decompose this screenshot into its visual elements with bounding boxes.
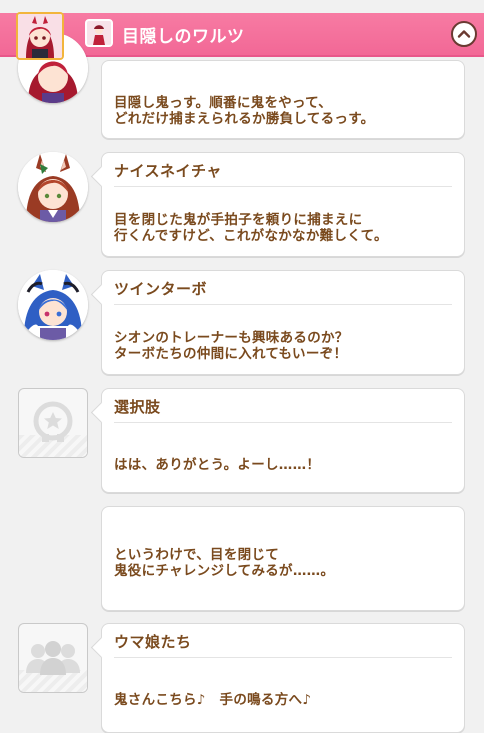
message-line: はは、ありがとう。よーし……！ [114, 457, 321, 473]
speaker-name: ウマ娘たち [114, 633, 192, 651]
message-avatar-twin-turbo [18, 270, 88, 340]
choice-placeholder-icon [18, 388, 88, 458]
message-line: 鬼役にチャレンジしてみるが……。 [114, 563, 335, 579]
speaker-name: ツインターボ [114, 280, 208, 298]
speaker-divider [114, 304, 452, 305]
page-title: 目隠しのワルツ [122, 27, 245, 47]
character-avatar-icon [16, 12, 64, 60]
message-card: ウマ娘たち 鬼さんこちら♪ 手の鳴る方へ♪ [90, 623, 465, 733]
scene-thumbnail-icon [85, 19, 113, 47]
collapse-button[interactable] [451, 21, 477, 47]
message-card: ナイスネイチャ 目を閉じた鬼が手拍子を頼りに捕まえに 行くんですけど、これがなか… [90, 152, 465, 257]
speaker-name: 選択肢 [114, 398, 161, 416]
message-line: ターボたちの仲間に入れてもいーぞ！ [114, 346, 348, 362]
speaker-name: ナイスネイチャ [114, 162, 222, 180]
narration-card: というわけで、目を閉じて 鬼役にチャレンジしてみるが……。 [101, 506, 465, 611]
message-line: どれだけ捕まえられるか勝負してるっす。 [114, 111, 375, 127]
speaker-divider [114, 422, 452, 423]
speaker-divider [114, 657, 452, 658]
message-card: 選択肢 はは、ありがとう。よーし……！ [90, 388, 465, 493]
group-placeholder-icon [18, 623, 88, 693]
message-avatar-nice-nature [18, 152, 88, 222]
message-card: ツインターボ シオンのトレーナーも興味あるのか？ ターボたちの仲間に入れてもいー… [90, 270, 465, 375]
chevron-up-icon [457, 30, 471, 38]
message-line: 鬼さんこちら♪ 手の鳴る方へ♪ [114, 692, 312, 708]
speaker-divider [114, 186, 452, 187]
message-card: 目隠し鬼っす。順番に鬼をやって、 どれだけ捕まえられるか勝負してるっす。 [101, 60, 465, 139]
message-line: 行くんですけど、これがなかなか難しくて。 [114, 228, 388, 244]
